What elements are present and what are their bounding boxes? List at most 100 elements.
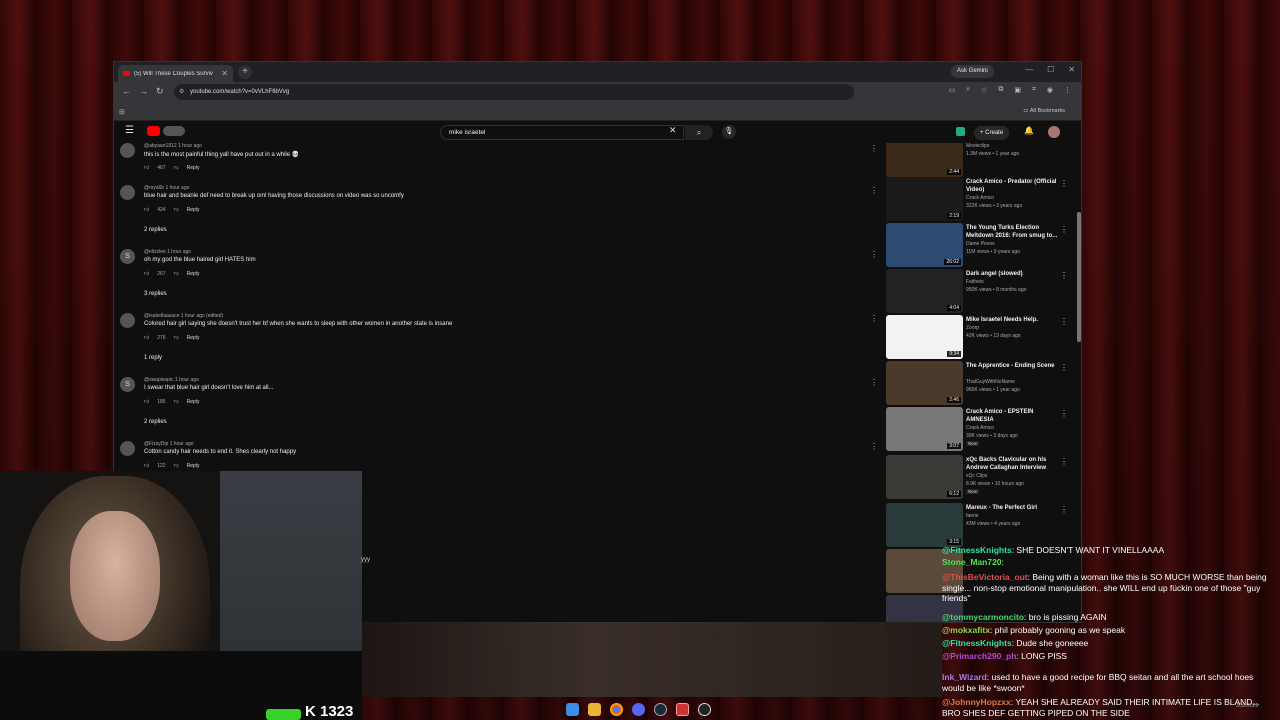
dislike-icon[interactable]: 👎︎: [174, 399, 179, 405]
maximize-icon[interactable]: ☐: [1047, 65, 1054, 74]
dislike-icon[interactable]: 👎︎: [174, 165, 179, 171]
chat-username[interactable]: Ink_Wizard: [942, 672, 987, 682]
video-title[interactable]: Mike Israetel Needs Help.: [966, 316, 1061, 324]
related-video[interactable]: 2:44 Movieclips 1.3M views • 1 year ago: [886, 143, 1071, 177]
start-windows-icon[interactable]: [566, 702, 579, 716]
url-field[interactable]: ⚙ youtube.com/watch?v=0vVLhF6bVvg: [174, 84, 854, 100]
page-scrollbar[interactable]: [1077, 212, 1081, 342]
chat-username[interactable]: @mokxafitx: [942, 625, 990, 635]
comment-menu-icon[interactable]: ⋮: [870, 186, 878, 195]
video-channel[interactable]: Faithets: [966, 279, 984, 285]
search-button[interactable]: ⌕: [685, 125, 713, 140]
video-channel[interactable]: Dame Pesos: [966, 241, 995, 247]
clear-search-icon[interactable]: ✕: [669, 125, 677, 136]
video-thumbnail[interactable]: 9:34: [886, 315, 963, 359]
commenter-avatar[interactable]: [120, 185, 135, 200]
apps-grid-icon[interactable]: ⊞: [119, 108, 125, 116]
video-menu-icon[interactable]: ⋮: [1060, 409, 1068, 418]
video-menu-icon[interactable]: ⋮: [1060, 317, 1068, 326]
related-video[interactable]: 6:12 xQc Backs Clavicular on his Andrew …: [886, 455, 1071, 499]
chat-username[interactable]: @FitnessKnights: [942, 545, 1012, 555]
chat-username[interactable]: @tommycarmoncito: [942, 612, 1024, 622]
related-video[interactable]: 2:46 The Apprentice - Ending Scene ThatG…: [886, 361, 1071, 405]
close-tab-icon[interactable]: ✕: [221, 69, 228, 78]
video-title[interactable]: Crack Amico - Predator (Official Video): [966, 178, 1061, 194]
forward-icon[interactable]: →: [139, 86, 148, 96]
video-thumbnail[interactable]: 4:04: [886, 269, 963, 313]
like-icon[interactable]: 👍︎: [144, 463, 149, 469]
ask-gemini-button[interactable]: Ask Gemini: [951, 65, 994, 78]
video-channel[interactable]: Crack Amico: [966, 195, 994, 201]
commenter-avatar[interactable]: S: [120, 377, 135, 392]
view-replies-button[interactable]: 3 replies: [144, 291, 167, 297]
steam-icon[interactable]: [654, 702, 667, 716]
like-icon[interactable]: 👍︎: [144, 165, 149, 171]
chat-username[interactable]: @JohnnyHopzxx: [942, 697, 1011, 707]
chrome-icon[interactable]: [610, 702, 623, 716]
commenter-avatar[interactable]: S: [120, 249, 135, 264]
file-explorer-icon[interactable]: [588, 702, 601, 716]
downloads-icon[interactable]: ▣: [1014, 86, 1021, 94]
youtube-logo[interactable]: [147, 126, 160, 136]
dislike-icon[interactable]: 👎︎: [174, 207, 179, 213]
create-button[interactable]: + Create: [974, 126, 1010, 140]
view-replies-button[interactable]: 1 reply: [144, 355, 162, 361]
comment-author[interactable]: @swapisepic 1 hour ago: [144, 377, 199, 383]
comment-menu-icon[interactable]: ⋮: [870, 442, 878, 451]
comment-author[interactable]: @abyaan1912 1 hour ago: [144, 143, 202, 149]
video-title[interactable]: xQc Backs Clavicular on his Andrew Calla…: [966, 456, 1061, 472]
close-window-icon[interactable]: ✕: [1068, 65, 1075, 74]
related-video[interactable]: 9:34 Mike Israetel Needs Help. Zoorp 42K…: [886, 315, 1071, 359]
extension-puzzle-icon[interactable]: ⌗: [1032, 86, 1036, 94]
like-icon[interactable]: 👍︎: [144, 207, 149, 213]
video-thumbnail[interactable]: 2:44: [886, 143, 963, 177]
back-icon[interactable]: ←: [122, 86, 131, 96]
account-avatar[interactable]: [1048, 126, 1060, 138]
reply-button[interactable]: Reply: [187, 271, 200, 277]
obs-icon[interactable]: [698, 702, 711, 716]
video-title[interactable]: Mareux - The Perfect Girl: [966, 504, 1061, 512]
related-video[interactable]: 4:04 Dark angel (slowed) Faithets 950K v…: [886, 269, 1071, 313]
dislike-icon[interactable]: 👎︎: [174, 463, 179, 469]
video-channel[interactable]: Zoorp: [966, 325, 979, 331]
app-icon[interactable]: [676, 702, 689, 716]
video-menu-icon[interactable]: ⋮: [1060, 457, 1068, 466]
notifications-bell-icon[interactable]: 🔔: [1024, 126, 1034, 135]
related-video[interactable]: 3:15 Mareux - The Perfect Girl faerie 43…: [886, 503, 1071, 547]
video-thumbnail[interactable]: 26:02: [886, 223, 963, 267]
video-menu-icon[interactable]: ⋮: [1060, 363, 1068, 372]
cast-icon[interactable]: ▭: [948, 86, 955, 94]
video-thumbnail[interactable]: 2:19: [886, 177, 963, 221]
video-channel[interactable]: ThatGuyWithNoName: [966, 379, 1015, 385]
comment-menu-icon[interactable]: ⋮: [870, 250, 878, 259]
zoom-icon[interactable]: ⌕: [966, 86, 970, 94]
commenter-avatar[interactable]: [120, 143, 135, 158]
minimize-icon[interactable]: —: [1025, 65, 1033, 74]
video-menu-icon[interactable]: ⋮: [1060, 271, 1068, 280]
reload-icon[interactable]: ↻: [156, 86, 164, 97]
video-thumbnail[interactable]: 2:46: [886, 361, 963, 405]
all-bookmarks-button[interactable]: ▭ All Bookmarks: [1023, 108, 1065, 114]
dislike-icon[interactable]: 👎︎: [174, 335, 179, 341]
comment-menu-icon[interactable]: ⋮: [870, 144, 878, 153]
video-title[interactable]: The Young Turks Election Meltdown 2016: …: [966, 224, 1061, 240]
chat-username[interactable]: Stone_Man720: [942, 557, 1002, 567]
bookmark-star-icon[interactable]: ☆: [981, 86, 987, 94]
comment-author[interactable]: @elizzlee 1 hour ago: [144, 249, 191, 255]
reply-button[interactable]: Reply: [187, 335, 200, 341]
comment-menu-icon[interactable]: ⋮: [870, 314, 878, 323]
like-icon[interactable]: 👍︎: [144, 335, 149, 341]
reply-button[interactable]: Reply: [187, 463, 200, 469]
related-video[interactable]: 26:02 The Young Turks Election Meltdown …: [886, 223, 1071, 267]
like-icon[interactable]: 👍︎: [144, 399, 149, 405]
comment-menu-icon[interactable]: ⋮: [870, 378, 878, 387]
view-replies-button[interactable]: 2 replies: [144, 419, 167, 425]
comment-author[interactable]: @FizzyDip 1 hour ago: [144, 441, 194, 447]
menu-kebab-icon[interactable]: ⋮: [1064, 86, 1071, 94]
profile-icon[interactable]: ◉: [1047, 86, 1053, 94]
new-tab-button[interactable]: +: [238, 65, 252, 79]
voice-search-icon[interactable]: 🎙: [722, 125, 736, 139]
video-channel[interactable]: xQc Clips: [966, 473, 987, 479]
video-menu-icon[interactable]: ⋮: [1060, 505, 1068, 514]
discord-icon[interactable]: [632, 702, 645, 716]
